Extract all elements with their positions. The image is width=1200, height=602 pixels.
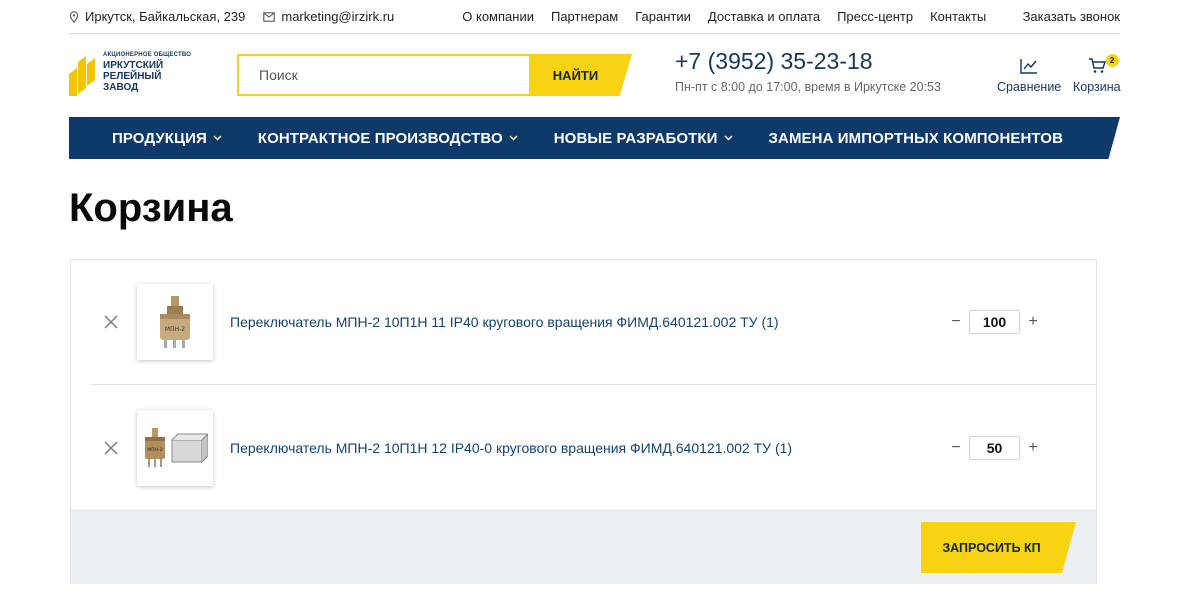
cart-label: Корзина	[1073, 80, 1121, 94]
main-nav: ПРОДУКЦИЯ КОНТРАКТНОЕ ПРОИЗВОДСТВО НОВЫЕ…	[69, 117, 1120, 159]
top-link-about[interactable]: О компании	[462, 9, 534, 24]
remove-item-button[interactable]	[99, 436, 123, 460]
switch-product-image: МПН-2	[145, 427, 208, 467]
search-button[interactable]: НАЙТИ	[529, 54, 632, 96]
location-pin-icon	[69, 10, 79, 23]
chevron-down-icon	[509, 135, 518, 141]
quantity-input[interactable]	[969, 435, 1020, 460]
top-link-delivery[interactable]: Доставка и оплата	[708, 9, 820, 24]
callback-link[interactable]: Заказать звонок	[1023, 9, 1120, 24]
cart-icon	[1088, 58, 1106, 73]
cart-item: МПН-2 Переключатель МПН-2 10П1Н 11 IP40 …	[91, 260, 1096, 385]
logo-line-2: РЕЛЕЙНЫЙ	[103, 71, 162, 82]
decrease-quantity-button[interactable]: −	[945, 437, 967, 459]
close-icon	[104, 315, 118, 329]
product-thumbnail[interactable]: МПН-2	[137, 409, 213, 486]
nav-new-developments[interactable]: НОВЫЕ РАЗРАБОТКИ	[554, 130, 733, 147]
logo-line-3: ЗАВОД	[103, 82, 139, 93]
thumb-label: МПН-2	[165, 326, 185, 333]
search-bar: НАЙТИ	[237, 54, 632, 96]
nav-contract[interactable]: КОНТРАКТНОЕ ПРОИЗВОДСТВО	[258, 130, 518, 147]
logo[interactable]: АКЦИОНЕРНОЕ ОБЩЕСТВО ИРКУТСКИЙ РЕЛЕЙНЫЙ …	[69, 52, 191, 96]
thumb-label: МПН-2	[147, 447, 162, 453]
chevron-down-icon	[213, 135, 222, 141]
chart-line-icon	[1020, 59, 1038, 74]
chevron-down-icon	[724, 135, 733, 141]
phone-number[interactable]: +7 (3952) 35-23-18	[675, 48, 873, 75]
cart-button[interactable]: 2 Корзина	[1073, 54, 1121, 94]
cart-footer: ЗАПРОСИТЬ КП	[71, 510, 1096, 584]
page-title: Корзина	[69, 186, 233, 230]
quantity-stepper: − +	[945, 435, 1044, 460]
address-text: Иркутск, Байкальская, 239	[85, 9, 246, 24]
top-bar: Иркутск, Байкальская, 239 marketing@irzi…	[69, 0, 1120, 34]
decrease-quantity-button[interactable]: −	[945, 311, 967, 333]
request-quote-button[interactable]: ЗАПРОСИТЬ КП	[921, 522, 1076, 573]
increase-quantity-button[interactable]: +	[1022, 437, 1044, 459]
product-name-link[interactable]: Переключатель МПН-2 10П1Н 11 IP40 кругов…	[230, 314, 890, 330]
cart-item: МПН-2 Переключатель МПН-2 10П1Н 12 IP40-…	[91, 385, 1096, 510]
cart-count-badge: 2	[1105, 54, 1119, 67]
compare-button[interactable]: Сравнение	[997, 58, 1061, 94]
cart-panel: МПН-2 Переключатель МПН-2 10П1Н 11 IP40 …	[70, 259, 1097, 584]
compare-label: Сравнение	[997, 80, 1062, 94]
top-link-contacts[interactable]: Контакты	[930, 9, 986, 24]
address: Иркутск, Байкальская, 239	[69, 9, 245, 24]
logo-mark-icon	[69, 56, 95, 96]
top-link-partners[interactable]: Партнерам	[551, 9, 618, 24]
search-input[interactable]	[237, 54, 529, 96]
nav-import-replacement-label: ЗАМЕНА ИМПОРТНЫХ КОМПОНЕНТОВ	[768, 129, 1064, 147]
top-link-press[interactable]: Пресс-центр	[837, 9, 913, 24]
quantity-input[interactable]	[969, 310, 1020, 334]
nav-contract-label: КОНТРАКТНОЕ ПРОИЗВОДСТВО	[257, 129, 503, 147]
mail-icon	[263, 11, 276, 22]
product-thumbnail[interactable]: МПН-2	[137, 284, 213, 360]
email[interactable]: marketing@irzirk.ru	[263, 9, 394, 24]
quantity-stepper: − +	[945, 310, 1044, 334]
top-link-guarantees[interactable]: Гарантии	[635, 9, 691, 24]
increase-quantity-button[interactable]: +	[1022, 311, 1044, 333]
remove-item-button[interactable]	[99, 310, 123, 334]
nav-import-replacement[interactable]: ЗАМЕНА ИМПОРТНЫХ КОМПОНЕНТОВ	[769, 130, 1063, 147]
logo-line-1: ИРКУТСКИЙ	[103, 60, 164, 71]
top-nav: О компании Партнерам Гарантии Доставка и…	[462, 9, 1003, 24]
close-icon	[104, 441, 118, 454]
switch-product-image: МПН-2	[160, 296, 190, 348]
product-name-link[interactable]: Переключатель МПН-2 10П1Н 12 IP40-0 круг…	[230, 440, 890, 456]
nav-new-developments-label: НОВЫЕ РАЗРАБОТКИ	[553, 129, 718, 147]
working-hours: Пн-пт с 8:00 до 17:00, время в Иркутске …	[675, 80, 941, 94]
nav-products[interactable]: ПРОДУКЦИЯ	[112, 130, 222, 147]
nav-products-label: ПРОДУКЦИЯ	[112, 129, 207, 147]
email-link[interactable]: marketing@irzirk.ru	[281, 9, 394, 24]
logo-subtitle: АКЦИОНЕРНОЕ ОБЩЕСТВО	[103, 52, 192, 58]
